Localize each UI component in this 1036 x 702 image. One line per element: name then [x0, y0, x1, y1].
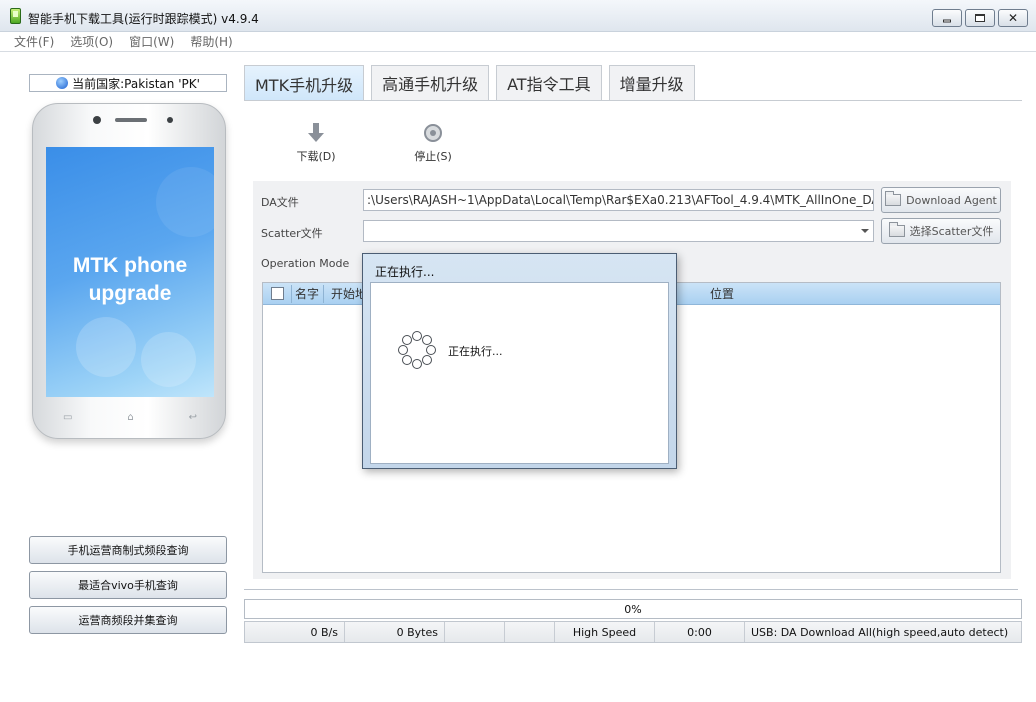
status-usb: USB: DA Download All(high speed,auto det…	[751, 625, 1009, 639]
phone-speaker	[115, 118, 147, 122]
maximize-icon	[975, 14, 985, 22]
dialog-title: 正在执行...	[375, 265, 435, 279]
window-controls: ✕	[932, 9, 1028, 27]
chevron-down-icon[interactable]	[859, 223, 871, 239]
phone-screen-text: MTK phone upgrade	[46, 252, 214, 308]
status-empty-2	[505, 622, 555, 642]
current-country-label: 当前国家:Pakistan 'PK'	[72, 76, 200, 91]
operation-mode-label: Operation Mode	[261, 257, 350, 270]
stop-button[interactable]: 停止(S)	[403, 122, 463, 164]
home-icon: ⌂	[127, 412, 134, 423]
carrier-band-query-button[interactable]: 手机运营商制式频段查询	[29, 536, 227, 564]
window-title: 智能手机下载工具(运行时跟踪模式) v4.9.4	[28, 12, 259, 26]
menu-window[interactable]: 窗口(W)	[129, 33, 174, 50]
loading-spinner-icon	[398, 331, 436, 369]
status-bar: 0 B/s 0 Bytes High Speed 0:00 USB: DA Do…	[244, 621, 1022, 643]
minimize-icon	[943, 19, 951, 23]
carrier-band-union-query-button[interactable]: 运营商频段并集查询	[29, 606, 227, 634]
choose-scatter-label: 选择Scatter文件	[909, 225, 994, 238]
da-file-path-field[interactable]: :\Users\RAJASH~1\AppData\Local\Temp\Rar$…	[363, 189, 874, 211]
download-agent-button[interactable]: Download Agent	[881, 187, 1001, 213]
menu-bar: 文件(F) 选项(O) 窗口(W) 帮助(H)	[0, 32, 1036, 52]
status-mode: High Speed	[555, 622, 655, 642]
tab-divider	[244, 100, 1022, 101]
phone-screen-line-2: upgrade	[88, 282, 172, 305]
divider	[244, 589, 1018, 590]
globe-icon	[56, 77, 69, 89]
column-location[interactable]: 位置	[710, 283, 770, 304]
download-label: 下载(D)	[296, 150, 336, 163]
phone-sensor	[167, 117, 173, 123]
scatter-file-combo[interactable]	[363, 220, 874, 242]
phone-camera	[93, 116, 101, 124]
tab-at-command-tool[interactable]: AT指令工具	[496, 65, 602, 100]
stop-label: 停止(S)	[414, 150, 452, 163]
maximize-button[interactable]	[965, 9, 995, 27]
progress-bar: 0%	[244, 599, 1022, 619]
status-bytes: 0 Bytes	[345, 622, 445, 642]
column-name[interactable]: 名字	[295, 283, 321, 304]
column-start-address[interactable]: 开始地	[331, 283, 363, 304]
progress-dialog: 正在执行... 正在执行...	[362, 253, 677, 469]
select-all-checkbox[interactable]	[271, 287, 284, 300]
download-button[interactable]: 下载(D)	[286, 122, 346, 164]
menu-options[interactable]: 选项(O)	[70, 33, 113, 50]
menu-help[interactable]: 帮助(H)	[190, 33, 232, 50]
back-icon: ↩	[188, 412, 197, 423]
dialog-body: 正在执行...	[370, 282, 669, 464]
status-time: 0:00	[655, 622, 745, 642]
phone-screen: MTK phone upgrade	[46, 147, 214, 397]
scatter-file-label: Scatter文件	[261, 227, 323, 240]
phone-illustration: MTK phone upgrade ▭ ⌂ ↩	[32, 103, 226, 439]
tab-incremental-upgrade[interactable]: 增量升级	[608, 65, 695, 100]
tab-bar: MTK手机升级 高通手机升级 AT指令工具 增量升级	[244, 65, 695, 101]
app-phone-icon	[10, 8, 21, 24]
close-icon: ✕	[1007, 11, 1019, 25]
tab-qualcomm-upgrade[interactable]: 高通手机升级	[371, 65, 490, 100]
choose-scatter-button[interactable]: 选择Scatter文件	[881, 218, 1001, 244]
status-empty-1	[445, 622, 505, 642]
title-bar: 智能手机下载工具(运行时跟踪模式) v4.9.4 ✕	[0, 0, 1036, 32]
menu-file[interactable]: 文件(F)	[14, 33, 54, 50]
folder-icon	[888, 222, 905, 237]
vivo-phone-query-button[interactable]: 最适合vivo手机查询	[29, 571, 227, 599]
phone-screen-line-1: MTK phone	[72, 254, 188, 277]
download-arrow-icon	[307, 123, 325, 143]
progress-text: 0%	[624, 602, 642, 616]
download-agent-label: Download Agent	[906, 193, 997, 207]
folder-icon	[885, 191, 902, 206]
stop-icon	[424, 124, 442, 142]
dialog-message: 正在执行...	[448, 345, 503, 358]
phone-nav-buttons: ▭ ⌂ ↩	[63, 412, 197, 423]
close-button[interactable]: ✕	[998, 9, 1028, 27]
menu-lines-icon: ▭	[63, 412, 73, 423]
status-speed: 0 B/s	[245, 622, 345, 642]
minimize-button[interactable]	[932, 9, 962, 27]
da-file-label: DA文件	[261, 196, 299, 209]
current-country: 当前国家:Pakistan 'PK'	[29, 74, 227, 92]
tab-mtk-upgrade[interactable]: MTK手机升级	[244, 65, 365, 101]
